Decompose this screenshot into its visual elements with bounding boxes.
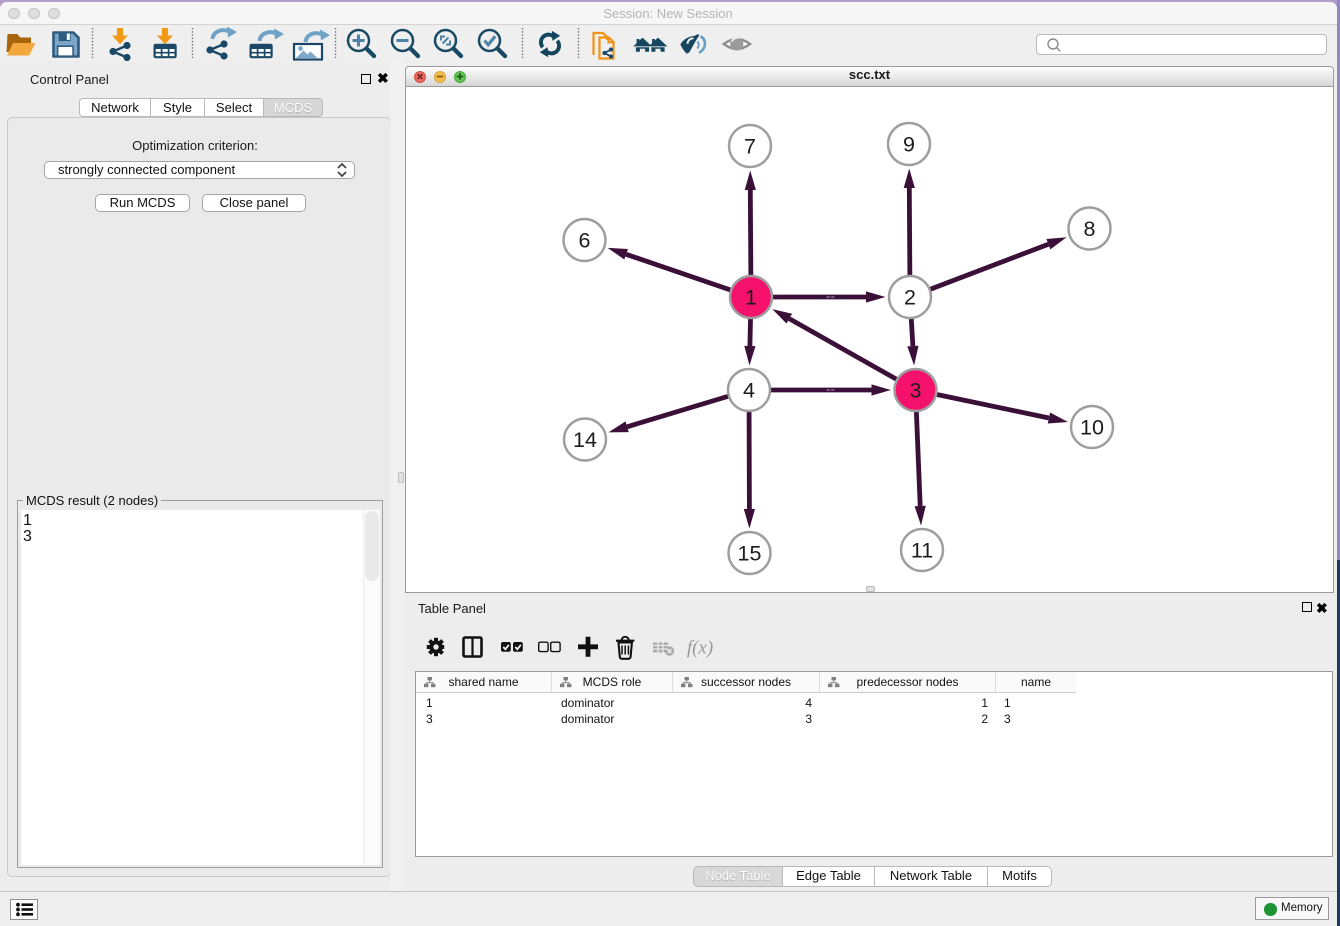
svg-text:11: 11	[911, 539, 933, 563]
svg-text:8: 8	[1084, 217, 1096, 241]
svg-text:2: 2	[904, 286, 916, 310]
svg-text:4: 4	[743, 379, 755, 403]
svg-text:6: 6	[579, 229, 591, 253]
svg-text:3: 3	[910, 379, 922, 403]
svg-text:14: 14	[573, 428, 597, 452]
svg-text:f(x): f(x)	[687, 638, 713, 659]
svg-text:7: 7	[744, 135, 756, 159]
svg-text:15: 15	[738, 542, 762, 566]
svg-text:1: 1	[745, 286, 757, 310]
svg-text:10: 10	[1080, 416, 1104, 440]
svg-text:9: 9	[903, 133, 915, 157]
